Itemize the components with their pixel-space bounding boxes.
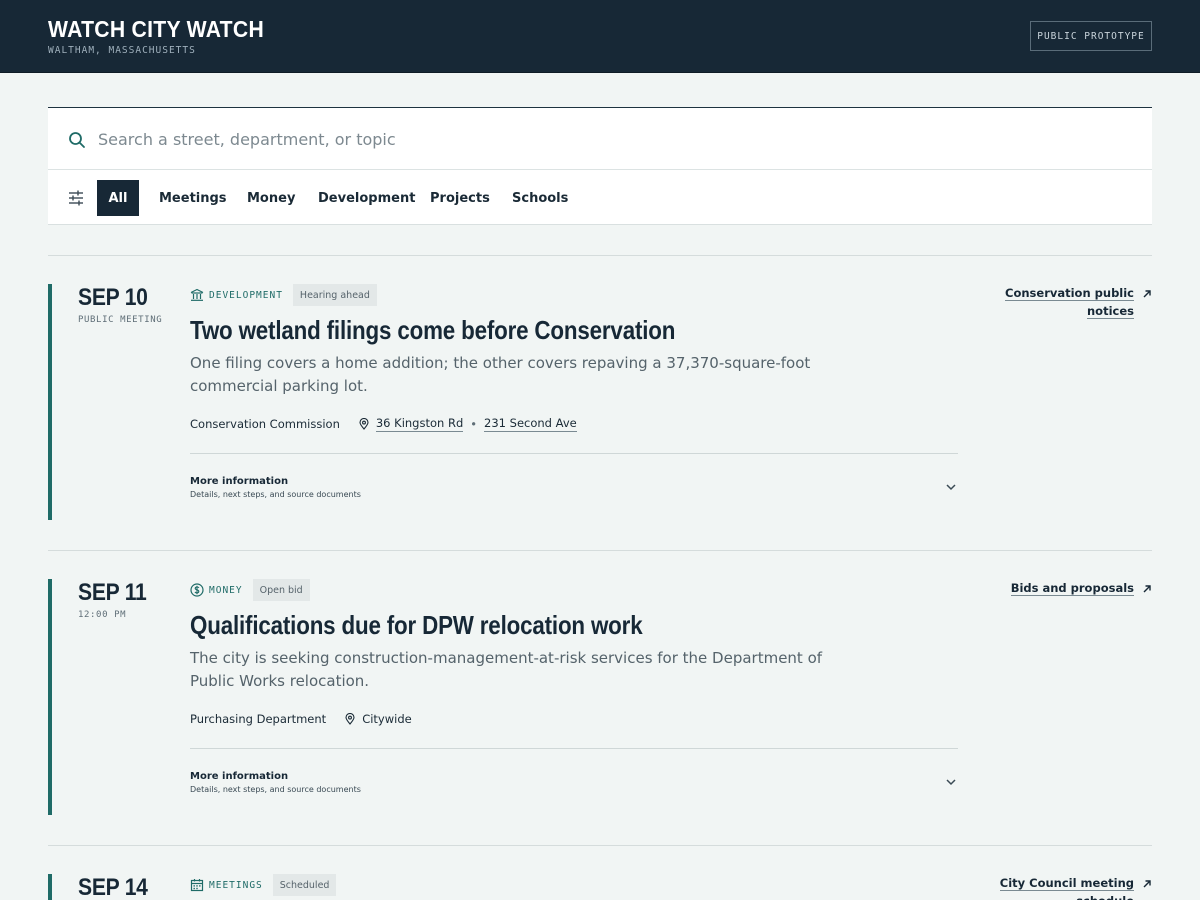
status-badge: Hearing ahead	[292, 284, 377, 306]
external-link-icon	[1143, 585, 1151, 593]
category-label: MEETINGS	[209, 879, 263, 891]
location-link[interactable]: 231 Second Ave	[484, 416, 577, 432]
filter-bar: All Meetings Money Development Projects …	[48, 170, 1152, 225]
location-separator: •	[470, 417, 478, 431]
section-divider	[48, 255, 1152, 256]
site-title[interactable]: WATCH CITY WATCH	[48, 16, 264, 43]
category-label: MONEY	[209, 584, 243, 596]
filter-sliders-icon[interactable]	[67, 189, 85, 207]
external-link-icon	[1143, 290, 1151, 298]
search-icon	[69, 132, 85, 148]
source-link[interactable]: Bids and proposals	[1010, 579, 1152, 597]
category-label: DEVELOPMENT	[209, 289, 283, 301]
source-link[interactable]: City Council meeting schedule	[999, 874, 1152, 900]
section-divider	[48, 550, 1152, 551]
more-information-subtitle: Details, next steps, and source document…	[190, 785, 361, 794]
event-card: SEP 14 MEETINGS Scheduled City Council m…	[48, 874, 1152, 900]
event-title[interactable]: Qualifications due for DPW relocation wo…	[190, 610, 643, 641]
event-date: SEP 10	[78, 284, 148, 311]
status-badge: Scheduled	[272, 874, 337, 896]
filter-chip-schools[interactable]: Schools	[512, 180, 568, 216]
card-accent-rail	[48, 284, 52, 520]
category-row: MONEY Open bid	[190, 579, 310, 601]
search-input[interactable]	[98, 124, 1098, 154]
location-link[interactable]: 36 Kingston Rd	[375, 416, 464, 432]
filter-chip-all[interactable]: All	[97, 180, 139, 216]
category-row: DEVELOPMENT Hearing ahead	[190, 284, 377, 306]
event-card: SEP 11 12:00 PM MONEY Open bid Qualifica…	[48, 579, 1152, 815]
event-summary: One filing covers a home addition; the o…	[190, 354, 811, 395]
more-information-toggle[interactable]: More information Details, next steps, an…	[190, 771, 958, 801]
chevron-down-icon	[946, 779, 956, 786]
source-link-label: Bids and proposals	[1010, 581, 1134, 596]
event-date: SEP 11	[78, 579, 147, 606]
dollar-icon	[190, 583, 204, 597]
source-link[interactable]: Conservation public notices	[1005, 284, 1152, 320]
filter-chip-development[interactable]: Development	[318, 180, 415, 216]
event-date-sub: 12:00 PM	[78, 610, 127, 620]
chevron-down-icon	[946, 484, 956, 491]
prototype-badge: PUBLIC PROTOTYPE	[1030, 21, 1152, 51]
event-date-sub: PUBLIC MEETING	[78, 315, 163, 325]
category-row: MEETINGS Scheduled	[190, 874, 337, 896]
event-meta: Conservation Commission 36 Kingston Rd •…	[190, 415, 577, 433]
event-card: SEP 10 PUBLIC MEETING DEVELOPMENT Hearin…	[48, 284, 1152, 520]
calendar-icon	[190, 879, 204, 892]
location-text: Citywide	[362, 712, 412, 726]
card-rule	[190, 748, 958, 749]
filter-chip-money[interactable]: Money	[247, 180, 295, 216]
status-badge: Open bid	[252, 579, 310, 601]
card-accent-rail	[48, 579, 52, 815]
card-accent-rail	[48, 874, 52, 900]
department-name: Purchasing Department	[190, 712, 327, 726]
filter-chip-meetings[interactable]: Meetings	[159, 180, 227, 216]
source-link-label: City Council meeting schedule	[999, 874, 1134, 900]
department-name: Conservation Commission	[190, 417, 340, 431]
top-header: WATCH CITY WATCH WALTHAM, MASSACHUSETTS …	[0, 0, 1200, 73]
location-pin-icon	[359, 418, 369, 430]
site-subtitle: WALTHAM, MASSACHUSETTS	[48, 45, 196, 56]
search-row	[48, 108, 1152, 170]
filter-chip-projects[interactable]: Projects	[430, 180, 490, 216]
event-title[interactable]: Two wetland filings come before Conserva…	[190, 315, 675, 346]
event-meta: Purchasing Department Citywide	[190, 710, 412, 728]
location-pin-icon	[345, 713, 355, 725]
event-summary: The city is seeking construction-managem…	[190, 649, 823, 690]
more-information-toggle[interactable]: More information Details, next steps, an…	[190, 476, 958, 506]
more-information-title: More information	[190, 771, 289, 782]
card-rule	[190, 453, 958, 454]
event-date: SEP 14	[78, 874, 148, 900]
source-link-label: Conservation public notices	[1005, 286, 1134, 319]
more-information-subtitle: Details, next steps, and source document…	[190, 490, 361, 499]
more-information-title: More information	[190, 476, 289, 487]
section-divider	[48, 845, 1152, 846]
search-panel: All Meetings Money Development Projects …	[48, 107, 1152, 225]
external-link-icon	[1143, 880, 1151, 888]
building-icon	[190, 288, 204, 301]
